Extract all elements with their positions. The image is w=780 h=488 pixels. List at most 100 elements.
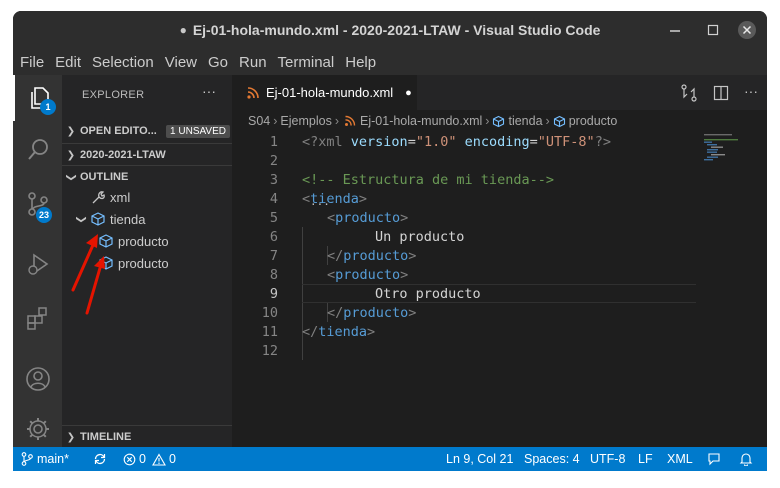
status-cursor-position[interactable]: Ln 9, Col 21 — [446, 447, 513, 471]
line-text: </tienda> — [302, 323, 376, 340]
red-arrow-icon — [85, 256, 105, 315]
line-number: 6 — [269, 228, 278, 245]
code-line: 12 — [232, 341, 767, 360]
code-line: 5 <producto> — [232, 208, 767, 227]
code-line: 8 <producto> — [232, 265, 767, 284]
minimize-button[interactable] — [667, 11, 683, 49]
line-text: </producto> — [327, 247, 417, 264]
open-changes-icon[interactable] — [680, 84, 698, 102]
activity-extensions[interactable] — [13, 295, 62, 341]
line-text: Otro producto — [375, 285, 481, 302]
line-number: 1 — [269, 133, 278, 150]
unsaved-badge: 1 UNSAVED — [166, 124, 230, 138]
close-button[interactable] — [737, 11, 757, 49]
activity-accounts[interactable] — [13, 356, 62, 402]
minimap[interactable] — [703, 133, 753, 173]
status-problems[interactable]: 0 0 — [123, 447, 176, 471]
code-line: 10 </producto> — [232, 303, 767, 322]
tab-label: Ej-01-hola-mundo.xml — [266, 85, 394, 100]
breadcrumb: S04 › Ejemplos › Ej-01-hola-mundo.xml › … — [232, 110, 767, 132]
line-number: 11 — [261, 323, 278, 340]
line-text: <?xml version="1.0" encoding="UTF-8"?> — [302, 133, 611, 150]
chevron-right-icon: › — [273, 114, 278, 128]
gear-icon — [26, 418, 49, 440]
timeline-label: TIMELINE — [80, 431, 132, 443]
close-icon — [738, 21, 756, 39]
status-sync[interactable] — [93, 447, 107, 471]
menu-file[interactable]: File — [16, 54, 48, 71]
status-indentation[interactable]: Spaces: 4 — [524, 447, 580, 471]
warning-icon — [152, 452, 166, 466]
explorer-badge: 1 — [40, 99, 56, 115]
explorer-sidebar: EXPLORER ··· ❯ OPEN EDITO... 1 UNSAVED ❯… — [62, 75, 232, 447]
outline-item-xml[interactable]: xml — [62, 186, 232, 208]
status-feedback[interactable] — [707, 447, 721, 471]
split-editor-icon[interactable] — [712, 84, 730, 102]
chevron-right-icon: › — [485, 114, 490, 128]
more-actions-button[interactable]: ··· — [744, 83, 758, 99]
menu-go[interactable]: Go — [204, 54, 232, 71]
chevron-right-icon: ❯ — [66, 149, 76, 161]
code-editor[interactable]: 1 <?xml version="1.0" encoding="UTF-8"?>… — [232, 132, 767, 447]
tab-dirty-dot[interactable]: ● — [405, 87, 412, 99]
breadcrumb-item[interactable]: Ej-01-hola-mundo.xml — [360, 114, 482, 128]
activity-explorer[interactable]: 1 — [13, 75, 64, 121]
breadcrumb-item[interactable]: tienda — [508, 114, 542, 128]
annotation-arrows — [71, 234, 105, 315]
line-text: </producto> — [327, 304, 417, 321]
breadcrumb-item[interactable]: Ejemplos — [280, 114, 331, 128]
section-open-editors[interactable]: ❯ OPEN EDITO... 1 UNSAVED — [62, 120, 232, 142]
bell-icon — [739, 453, 753, 466]
status-notifications[interactable] — [739, 447, 753, 471]
tab-ej-01-hola-mundo[interactable]: Ej-01-hola-mundo.xml ● — [232, 75, 417, 110]
breadcrumb-item[interactable]: S04 — [248, 114, 270, 128]
run-debug-icon — [27, 253, 48, 275]
chevron-right-icon: ❯ — [66, 431, 76, 443]
code-line: 11 </tienda> — [232, 322, 767, 341]
activity-manage[interactable] — [13, 406, 62, 452]
status-eol[interactable]: LF — [638, 447, 653, 471]
menu-edit[interactable]: Edit — [51, 54, 85, 71]
menu-help[interactable]: Help — [341, 54, 380, 71]
sidebar-title: EXPLORER — [82, 89, 145, 101]
outline-item-label: producto — [118, 233, 169, 249]
menu-selection[interactable]: Selection — [88, 54, 158, 71]
status-language[interactable]: XML — [667, 447, 693, 471]
activity-search[interactable] — [13, 127, 62, 173]
outline-item-label: xml — [110, 189, 131, 205]
line-number: 12 — [261, 342, 278, 359]
section-timeline[interactable]: ❯ TIMELINE — [62, 425, 232, 448]
activity-source-control[interactable]: 23 — [13, 181, 62, 227]
line-text: Un producto — [375, 228, 465, 245]
sidebar-more-button[interactable]: ··· — [202, 83, 216, 99]
window-title: Ej-01-hola-mundo.xml - 2020-2021-LTAW - … — [192, 22, 601, 38]
maximize-button[interactable] — [705, 11, 721, 49]
menu-view[interactable]: View — [161, 54, 201, 71]
status-branch[interactable]: main* — [21, 447, 69, 471]
line-number: 9 — [269, 285, 278, 302]
line-text: <producto> — [327, 266, 409, 283]
breadcrumb-item[interactable]: producto — [569, 114, 618, 128]
outline-item-label: producto — [118, 255, 169, 271]
menu-bar: File Edit Selection View Go Run Terminal… — [13, 49, 767, 75]
rss-icon — [345, 115, 356, 126]
activity-run-debug[interactable] — [13, 241, 62, 287]
maximize-icon — [707, 24, 719, 36]
folder-label: 2020-2021-LTAW — [80, 149, 166, 161]
line-text: <producto> — [327, 209, 409, 226]
menu-run[interactable]: Run — [235, 54, 271, 71]
section-folder[interactable]: ❯ 2020-2021-LTAW — [62, 143, 232, 166]
rss-icon — [247, 86, 259, 99]
section-outline[interactable]: ❯ OUTLINE — [62, 165, 232, 188]
menu-terminal[interactable]: Terminal — [274, 54, 339, 71]
cube-icon — [493, 115, 505, 127]
unsaved-dot: ● — [179, 23, 187, 37]
line-number: 4 — [269, 190, 278, 207]
code-line: 6 Un producto — [232, 227, 767, 246]
folding-ellipsis[interactable]: ... — [310, 195, 330, 208]
warning-count: 0 — [168, 452, 176, 466]
status-encoding[interactable]: UTF-8 — [590, 447, 625, 471]
line-number: 2 — [269, 152, 278, 169]
wrench-icon — [92, 191, 105, 204]
line-number: 5 — [269, 209, 278, 226]
